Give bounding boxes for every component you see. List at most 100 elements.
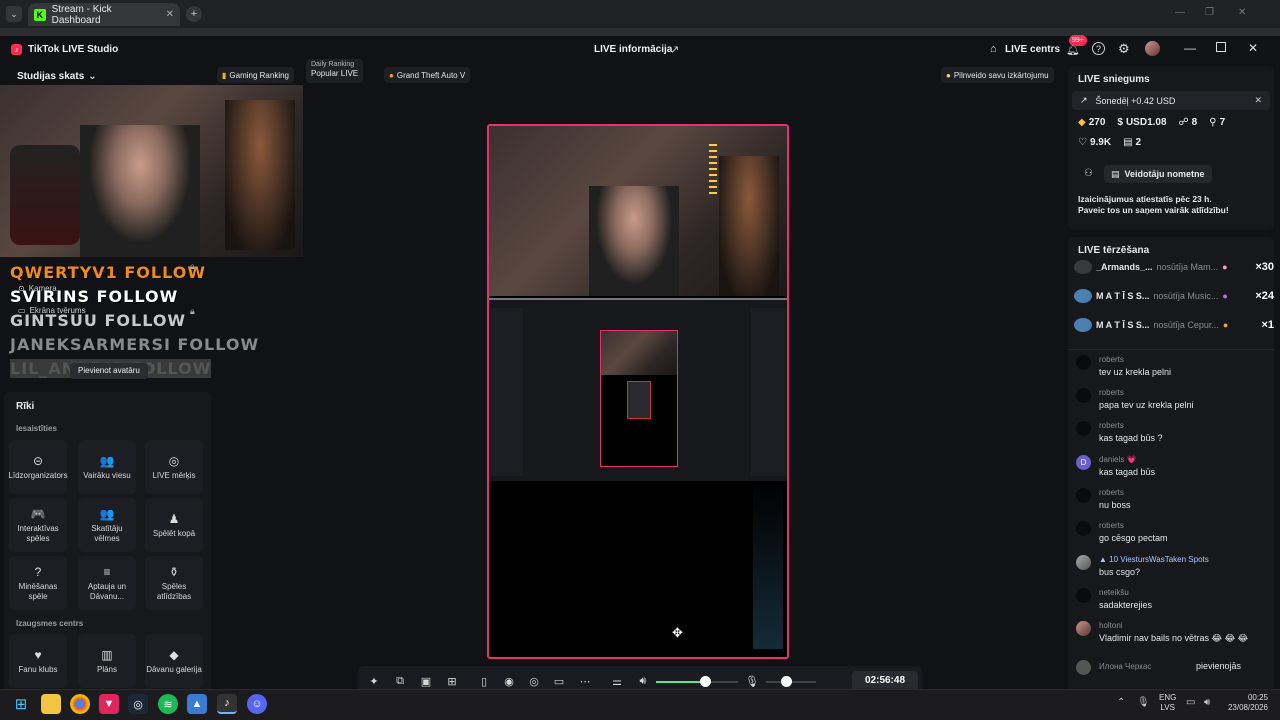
record-icon[interactable]: ◉ (502, 675, 516, 688)
language-indicator[interactable]: ENG LVS (1159, 693, 1176, 713)
screenshot-icon[interactable]: ◎ (527, 675, 541, 688)
phone-icon[interactable]: ▯ (477, 675, 491, 688)
browser-minimize-button[interactable]: — (1175, 7, 1185, 18)
source-camera[interactable]: ⊙ Kamera (18, 284, 57, 293)
chat-username[interactable]: roberts (1099, 521, 1124, 530)
live-goal-tile[interactable]: ◎ LIVE mērķis (145, 440, 203, 494)
game-label: Grand Theft Auto V (396, 70, 466, 80)
new-followers-stat: ⚲ 7 (1209, 117, 1225, 128)
photos-icon[interactable]: ▲ (187, 694, 207, 714)
interactive-games-tile[interactable]: 🎮 Interaktīvas spēles (9, 498, 67, 552)
guessing-game-tile[interactable]: ? Minēšanas spēle (9, 556, 67, 610)
monitor-tray-icon[interactable]: ▭ (1186, 697, 1195, 708)
new-tab-button[interactable]: + (186, 6, 202, 22)
viewer-wishes-tile[interactable]: 👥 Skatītāju vēlmes (78, 498, 136, 552)
close-banner-icon[interactable]: ✕ (1254, 95, 1262, 106)
chat-username[interactable]: ▲ 10 ViestursWasTaken Spots (1099, 555, 1209, 564)
ranking-stack-chip[interactable]: Daily Ranking Popular LIVE (306, 59, 364, 83)
gift-row-3: M A T Ī S S... nosūtīja Cepur... ● ×1 (1074, 315, 1274, 335)
stream-preview-canvas[interactable]: ✥ (487, 124, 789, 659)
chat-username[interactable]: roberts (1099, 355, 1124, 364)
spotify-icon[interactable]: ≋ (158, 694, 178, 714)
windows-start-icon[interactable]: ⊞ (11, 694, 31, 714)
video-icon[interactable]: ▭ (552, 675, 566, 688)
chat-text: tev uz krekla pelni (1099, 367, 1172, 377)
add-source-icon[interactable]: ⊞ (445, 675, 459, 688)
app-close-button[interactable]: ✕ (1248, 41, 1258, 55)
close-tab-icon[interactable]: ✕ (166, 9, 174, 20)
gift-avatar-1 (1074, 260, 1092, 274)
gift-action-2: nosūtīja Music... (1153, 291, 1219, 301)
stats-row-1: ◆ 270 $ USD1.08 ☍ 8 ⚲ 7 (1078, 117, 1225, 128)
gamepad-icon: 🎮 (30, 506, 46, 521)
microphone-icon[interactable]: 🎙︎ (745, 675, 759, 688)
speaker-icon[interactable]: 🔊︎ (636, 675, 650, 688)
popular-live-label: Popular LIVE (311, 69, 359, 78)
app-icon-red[interactable]: ▼ (99, 694, 119, 714)
profile-avatar[interactable] (1145, 41, 1160, 56)
play-together-tile[interactable]: ♟ Spēlēt kopā (145, 498, 203, 552)
share-icon[interactable]: ↗ (670, 43, 679, 56)
tab-search-chevron-icon[interactable]: ⌄ (6, 6, 22, 22)
co-host-tile[interactable]: ⊝ Līdzorganizators (8, 440, 68, 494)
browser-restore-button[interactable]: ❐ (1205, 7, 1214, 18)
chevron-up-icon[interactable]: ⌃ (1117, 697, 1125, 708)
chat-username[interactable]: Илона Черкас (1099, 662, 1151, 671)
mixer-icon[interactable]: ⚌ (610, 675, 624, 688)
live-info-title[interactable]: LIVE informācija (594, 44, 672, 55)
volume-tray-icon[interactable]: 🔊︎ (1204, 697, 1210, 708)
chat-username[interactable]: roberts (1099, 388, 1124, 397)
game-rewards-tile[interactable]: ⚱ Spēles atlīdzības (145, 556, 203, 610)
gift-gallery-tile[interactable]: ◆ Dāvanu galerija (145, 634, 203, 688)
app-maximize-button[interactable] (1216, 42, 1226, 52)
chat-username[interactable]: neteikšu (1099, 588, 1129, 597)
diamonds-value: 270 (1088, 117, 1106, 128)
camera-icon[interactable]: ▣ (419, 675, 433, 688)
discord-icon[interactable]: ☺ (247, 694, 267, 714)
chrome-icon[interactable] (70, 694, 90, 714)
gaming-ranking-chip[interactable]: ▮ Gaming Ranking (217, 67, 294, 83)
kick-logo-icon: K (34, 8, 46, 21)
lock-icon-2[interactable]: 🔒︎ (190, 306, 195, 317)
settings-gear-icon[interactable]: ⚙ (1118, 41, 1130, 57)
help-icon[interactable]: ? (1092, 42, 1105, 55)
browser-tab[interactable]: K Stream - Kick Dashboard ✕ (28, 3, 180, 26)
weekly-earnings-banner[interactable]: ↗ Šonedēļ +0.42 USD ✕ (1072, 91, 1270, 110)
multi-guest-tile[interactable]: 👥 Vairāku viesu (78, 440, 136, 494)
move-handle-icon[interactable]: ✥ (672, 625, 683, 641)
trend-up-icon: ↗ (1080, 95, 1088, 105)
tiktok-live-studio-icon[interactable]: ♪ (217, 694, 237, 714)
source-screen[interactable]: ▭ Ekrāna tvērums (18, 306, 86, 315)
add-user-icon: ⚲ (1209, 117, 1217, 128)
chat-username[interactable]: holtoni (1099, 621, 1123, 630)
chat-username[interactable]: roberts (1099, 488, 1124, 497)
fan-club-tile[interactable]: ♥ Fanu klubs (9, 634, 67, 688)
chat-text: papa tev uz krekla pelni (1099, 400, 1194, 410)
chat-username[interactable]: daniels 💗 (1099, 455, 1137, 464)
viewers-stat: ☍ 8 (1179, 117, 1198, 128)
poll-tile[interactable]: ≡ Aptauja un Dāvanu... (78, 556, 136, 610)
app-minimize-button[interactable]: — (1184, 41, 1196, 55)
mic-tray-icon[interactable]: 🎙︎ (1137, 697, 1150, 708)
clock[interactable]: 00:25 23/08/2026 (1226, 693, 1268, 713)
browser-close-button[interactable]: ✕ (1238, 7, 1246, 18)
lock-icon[interactable]: 🔒︎ (190, 261, 195, 272)
plan-tile[interactable]: ▥ Plāns (78, 634, 136, 688)
follower-alert-4: JANEKSARMERSI FOLLOW (10, 335, 260, 354)
magic-wand-icon[interactable]: ✦ (367, 675, 381, 688)
studio-view-dropdown[interactable]: Studijas skats ⌄ (17, 71, 97, 82)
live-center-button[interactable]: LIVE centrs (1005, 44, 1060, 55)
chat-username[interactable]: roberts (1099, 421, 1124, 430)
improve-layout-chip[interactable]: ● Pilnveido savu izkārtojumu (941, 67, 1054, 83)
gift-gallery-label: Dāvanu galerija (146, 664, 202, 674)
new-followers-value: 7 (1219, 117, 1226, 128)
more-icon[interactable]: ⋯ (578, 675, 592, 688)
chat-avatar (1076, 660, 1091, 675)
add-scene-icon[interactable]: ⧉ (393, 675, 407, 688)
game-chip[interactable]: ● Grand Theft Auto V (384, 67, 471, 83)
creator-camp-button[interactable]: ▤ Veidotāju nometne (1104, 165, 1212, 183)
mic-slider-knob[interactable] (781, 676, 792, 687)
file-explorer-icon[interactable] (41, 694, 61, 714)
lang-bottom: LVS (1160, 703, 1175, 712)
steam-icon[interactable]: ◎ (128, 694, 148, 714)
